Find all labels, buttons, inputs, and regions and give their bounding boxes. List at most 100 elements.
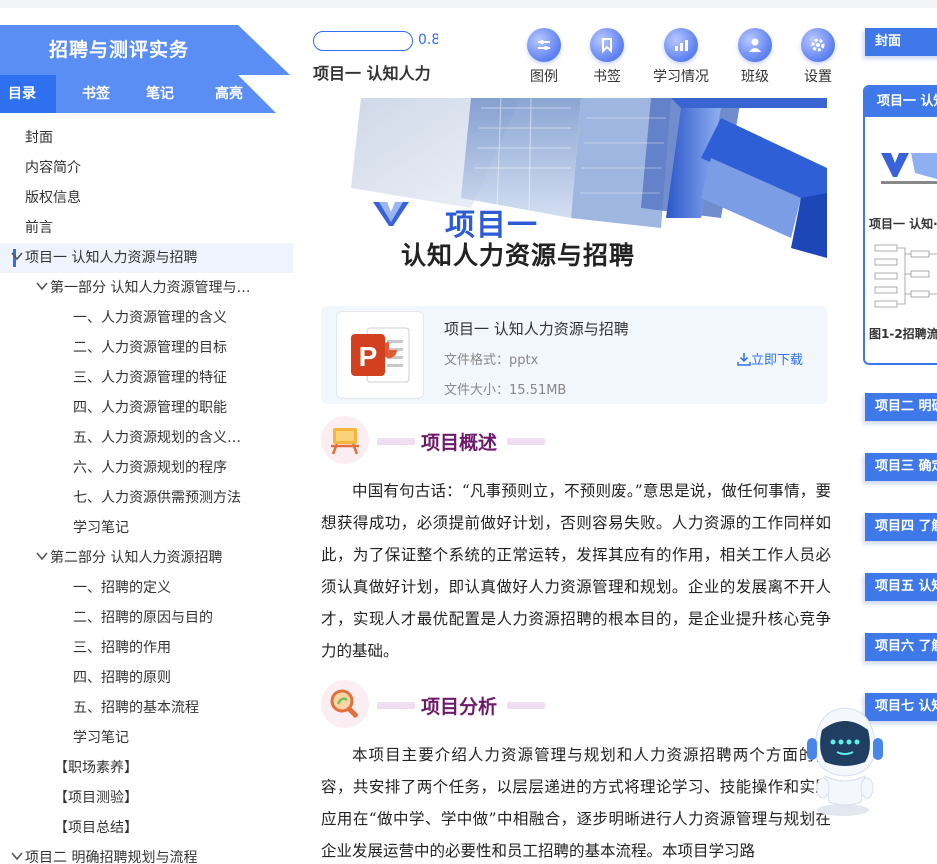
toc-item[interactable]: 三、招聘的作用 — [0, 633, 293, 663]
rail-current-chapter-card[interactable]: 项目一 认知 项目一 认知· 图1-2招聘流 — [863, 85, 937, 365]
magnifier-icon — [321, 680, 369, 728]
toc-item[interactable]: 五、招聘的基本流程 — [0, 693, 293, 723]
toc-item-label: 【项目测验】 — [54, 790, 138, 806]
toc-item-label: 五、招聘的基本流程 — [73, 700, 199, 716]
user-icon — [738, 28, 772, 62]
download-label: 立即下载 — [751, 353, 804, 368]
toc-item[interactable]: 学习笔记 — [0, 513, 293, 543]
toc-item[interactable]: 一、招聘的定义 — [0, 573, 293, 603]
toc-item[interactable]: 前言 — [0, 213, 293, 243]
reading-progress-text: 0.8 — [418, 32, 438, 48]
toc-item[interactable]: 【项目测验】 — [0, 783, 293, 813]
easel-icon — [321, 416, 369, 464]
toc-item-label: 三、招聘的作用 — [73, 640, 171, 656]
toc-item[interactable]: 封面 — [0, 123, 293, 153]
section-title: 项目分析 — [421, 696, 498, 718]
toc-item-label: 学习笔记 — [73, 520, 129, 536]
toc-item[interactable]: 第二部分 认知人力资源招聘 — [0, 543, 293, 573]
toc-item-label: 第一部分 认知人力资源管理与… — [50, 280, 251, 296]
banner-subtitle: 认知人力资源与招聘 — [401, 241, 636, 270]
chevron-down-icon[interactable] — [36, 281, 48, 291]
toc-item[interactable]: 项目二 明确招聘规划与流程 — [0, 843, 293, 864]
chart-icon — [664, 28, 698, 62]
top-strip — [0, 0, 937, 8]
legend-button[interactable]: 图例 — [514, 28, 574, 88]
sidebar-tabs: 目录 书签 笔记 高亮 — [0, 75, 293, 113]
settings-button[interactable]: 设置 — [788, 28, 848, 88]
bookmark-button[interactable]: 书签 — [577, 28, 637, 88]
file-format: 文件格式：pptx — [444, 353, 539, 368]
toc-item-label: 项目一 认知人力资源与招聘 — [25, 250, 198, 266]
class-label: 班级 — [741, 69, 769, 85]
toc-item-label: 二、人力资源管理的目标 — [73, 340, 227, 356]
robot-icon — [807, 707, 883, 816]
toc-item[interactable]: 四、人力资源管理的职能 — [0, 393, 293, 423]
tab-highlights[interactable]: 高亮 — [198, 75, 260, 113]
sidebar: 招聘与测评实务 目录 书签 笔记 高亮 封面内容简介 版权信息 前言项目一 认知人力… — [0, 8, 293, 864]
toc-item-label: 第二部分 认知人力资源招聘 — [50, 550, 223, 566]
settings-label: 设置 — [804, 69, 832, 85]
legend-label: 图例 — [530, 69, 558, 85]
toc-item[interactable]: 学习笔记 — [0, 723, 293, 753]
file-size: 文件大小：15.51MB — [444, 383, 567, 398]
file-card: P 项目一 认知人力资源与招聘 文件格式：pptx 文件大小：15.51MB 立… — [321, 306, 827, 404]
toc-item[interactable]: 二、招聘的原因与目的 — [0, 603, 293, 633]
toc-item-label: 四、人力资源管理的职能 — [73, 400, 227, 416]
rail-item-project-6[interactable]: 项目六 了解 — [865, 633, 937, 661]
toc-item-label: 一、招聘的定义 — [73, 580, 171, 596]
toc-item-label: 封面 — [25, 130, 53, 146]
toc-item[interactable]: 版权信息 — [0, 183, 293, 213]
class-button[interactable]: 班级 — [725, 28, 785, 88]
section-title: 项目概述 — [421, 432, 498, 454]
rail-card-line2: 图1-2招聘流 — [869, 327, 937, 341]
download-button[interactable]: 立即下载 — [737, 349, 803, 368]
chevron-down-icon[interactable] — [11, 851, 23, 861]
study-status-button[interactable]: 学习情况 — [651, 28, 711, 88]
rail-item-project-4[interactable]: 项目四 了解 — [865, 513, 937, 541]
toc-item-label: 三、人力资源管理的特征 — [73, 370, 227, 386]
toc-item[interactable]: 一、人力资源管理的含义 — [0, 303, 293, 333]
chevron-down-icon[interactable] — [36, 551, 48, 561]
chapter-banner: 项目一 认知人力资源与招聘 — [321, 98, 827, 273]
book-title-bar: 招聘与测评实务 — [0, 25, 290, 75]
rail-item-project-3[interactable]: 项目三 确定 — [865, 453, 937, 481]
tab-notes[interactable]: 笔记 — [130, 75, 190, 113]
toc-item-label: 六、人力资源规划的程序 — [73, 460, 227, 476]
section-bar-right — [507, 702, 545, 709]
tab-toc[interactable]: 目录 — [0, 75, 56, 113]
toc-item[interactable]: 五、人力资源规划的含义… — [0, 423, 293, 453]
rail-card-line1: 项目一 认知· — [869, 217, 937, 231]
rail-card-flowchart — [874, 244, 937, 308]
study-status-label: 学习情况 — [653, 69, 709, 85]
toc-item[interactable]: 三、人力资源管理的特征 — [0, 363, 293, 393]
toc-item[interactable]: 【职场素养】 — [0, 753, 293, 783]
rail-card-title: 项目一 认知 — [865, 87, 937, 117]
reading-content: 项目一 认知人力资源与招聘 P 项目一 认知人力资源与招聘 文件格式：pptx … — [293, 93, 855, 864]
toc-item-label: 四、招聘的原则 — [73, 670, 171, 686]
chevron-down-icon[interactable] — [11, 251, 23, 261]
bookmark-label: 书签 — [593, 69, 621, 85]
toc-item-label: 【项目总结】 — [54, 820, 138, 836]
reader-app: 招聘与测评实务 目录 书签 笔记 高亮 封面 内容简介 版权信息 前言 项目一 认知人力… — [0, 0, 937, 864]
toc-item-label: 一、人力资源管理的含义 — [73, 310, 227, 326]
section-bar-right — [507, 438, 545, 445]
toc-item-label: 二、招聘的原因与目的 — [73, 610, 213, 626]
toc-item[interactable]: 四、招聘的原则 — [0, 663, 293, 693]
assistant-robot-button[interactable] — [795, 690, 885, 820]
reader-header: 0.8 项目一 认知人力 图例 书签 学习情况 班级 设置 — [293, 8, 855, 93]
toc-item[interactable]: 第一部分 认知人力资源管理与… — [0, 273, 293, 303]
rail-item-project-5[interactable]: 项目五 认知 — [865, 573, 937, 601]
toc-item[interactable]: 内容简介 — [0, 153, 293, 183]
rail-item-project-2[interactable]: 项目二 明确 — [865, 393, 937, 421]
rail-item-cover[interactable]: 封面 — [865, 28, 937, 56]
toc-item[interactable]: 【项目总结】 — [0, 813, 293, 843]
section-paragraph-overview: 中国有句古话：“凡事预则立，不预则废。”意思是说，做任何事情，要想获得成功，必须… — [321, 482, 831, 660]
toc-item[interactable]: 七、人力资源供需预测方法 — [0, 483, 293, 513]
bookmark-icon — [590, 28, 624, 62]
toc-item[interactable]: 项目一 认知人力资源与招聘 — [0, 243, 293, 273]
tab-bookmarks[interactable]: 书签 — [68, 75, 124, 113]
toc-item[interactable]: 二、人力资源管理的目标 — [0, 333, 293, 363]
section-heading-overview: 项目概述 — [321, 416, 581, 466]
toc-item[interactable]: 六、人力资源规划的程序 — [0, 453, 293, 483]
toc-item-label: 项目二 明确招聘规划与流程 — [25, 850, 198, 864]
